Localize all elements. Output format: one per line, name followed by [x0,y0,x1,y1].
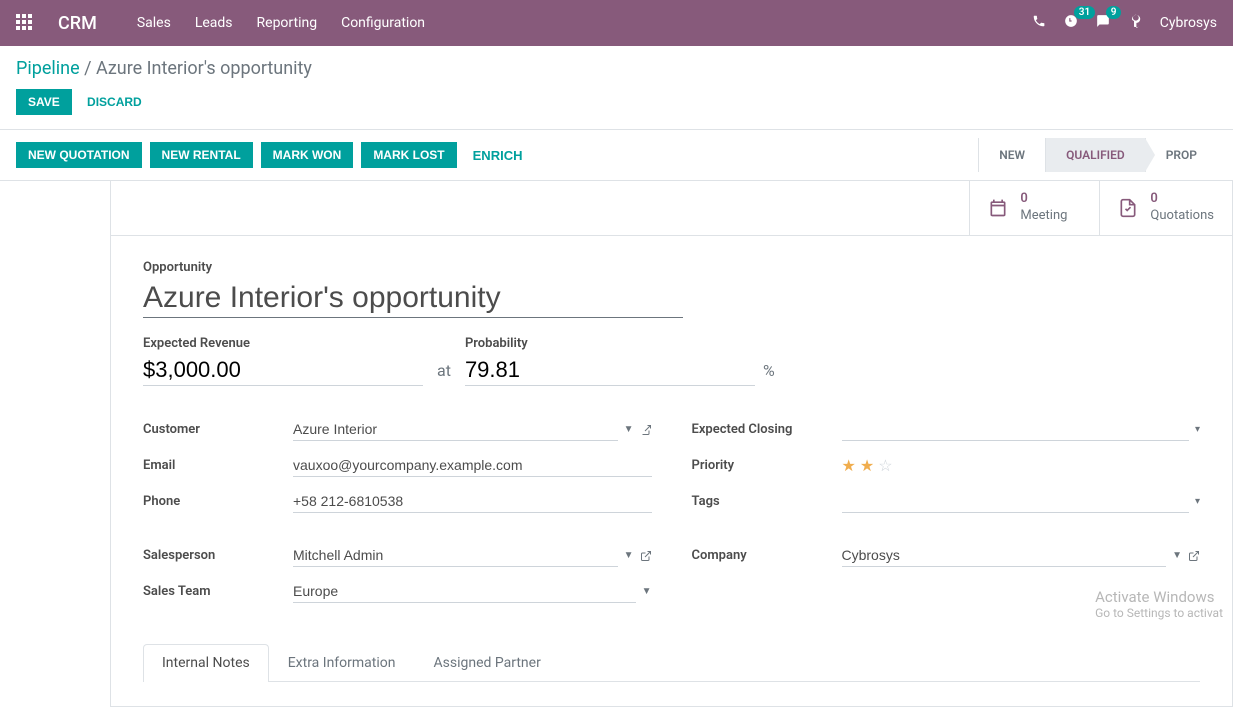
stat-buttons: 0 Meeting 0 Quotations [111,181,1232,236]
nav-sales[interactable]: Sales [137,15,171,31]
save-button[interactable]: SAVE [16,89,72,115]
external-link-icon[interactable] [1188,550,1200,562]
document-icon [1118,198,1138,218]
nav-leads[interactable]: Leads [195,15,233,31]
messages-badge: 9 [1106,6,1122,19]
percent-symbol: % [755,361,775,386]
phone-icon[interactable] [1032,14,1046,32]
chevron-right-icon [1145,138,1155,172]
meeting-stat-button[interactable]: 0 Meeting [969,181,1099,235]
messages-icon[interactable]: 9 [1096,14,1110,32]
quotations-stat-button[interactable]: 0 Quotations [1099,181,1232,235]
nav-configuration[interactable]: Configuration [341,15,425,31]
enrich-button[interactable]: ENRICH [465,142,531,169]
topbar: CRM Sales Leads Reporting Configuration … [0,0,1233,46]
stage-new[interactable]: NEW [978,138,1045,172]
chevron-down-icon[interactable]: ▾ [1195,496,1200,507]
expected-closing-label: Expected Closing [692,422,842,437]
meeting-label: Meeting [1020,208,1067,225]
username[interactable]: Cybrosys [1160,15,1217,31]
chevron-down-icon[interactable]: ▼ [624,424,634,435]
new-quotation-button[interactable]: NEW QUOTATION [16,142,142,168]
topbar-right: 31 9 Cybrosys [1032,14,1217,32]
activities-badge: 31 [1074,6,1095,19]
toolbar: NEW QUOTATION NEW RENTAL MARK WON MARK L… [0,129,1233,181]
at-text: at [423,361,465,386]
customer-label: Customer [143,422,293,437]
quotations-count: 0 [1150,191,1214,208]
breadcrumb-root[interactable]: Pipeline [16,58,80,79]
top-nav: Sales Leads Reporting Configuration [137,15,425,31]
mark-lost-button[interactable]: MARK LOST [361,142,456,168]
breadcrumb: Pipeline / Azure Interior's opportunity [16,58,1217,79]
quotations-label: Quotations [1150,208,1214,225]
chevron-down-icon[interactable]: ▼ [642,586,652,597]
company-label: Company [692,548,842,563]
star-icon[interactable]: ★ [842,456,856,475]
breadcrumb-current: Azure Interior's opportunity [96,58,312,79]
nav-reporting[interactable]: Reporting [257,15,318,31]
phone-label: Phone [143,494,293,509]
app-brand: CRM [58,13,97,34]
chevron-down-icon[interactable]: ▼ [1172,550,1182,561]
probability-input[interactable] [465,355,755,386]
salesteam-input[interactable] [293,580,636,603]
opportunity-label: Opportunity [143,260,1200,275]
chevron-down-icon[interactable]: ▾ [1195,424,1200,435]
expected-revenue-input[interactable] [143,355,423,386]
tabs: Internal Notes Extra Information Assigne… [143,644,1200,682]
expected-revenue-label: Expected Revenue [143,336,423,351]
stage-bar: NEW QUALIFIED PROP [978,138,1217,172]
tab-assigned-partner[interactable]: Assigned Partner [415,644,560,681]
probability-label: Probability [465,336,755,351]
external-link-icon[interactable] [640,550,652,562]
salesperson-label: Salesperson [143,548,293,563]
star-icon[interactable]: ★ [860,456,874,475]
actions-row: SAVE DISCARD [0,85,1233,129]
salesteam-label: Sales Team [143,584,293,599]
email-label: Email [143,458,293,473]
stage-qualified[interactable]: QUALIFIED [1045,138,1145,172]
mark-won-button[interactable]: MARK WON [261,142,354,168]
apps-icon[interactable] [16,14,34,32]
expected-closing-input[interactable] [842,418,1189,441]
tags-label: Tags [692,494,842,509]
star-icon[interactable]: ☆ [878,456,892,475]
salesperson-input[interactable] [293,544,618,567]
priority-stars[interactable]: ★ ★ ☆ [842,456,893,475]
company-input[interactable] [842,544,1167,567]
stage-proposition[interactable]: PROP [1145,138,1217,172]
breadcrumb-row: Pipeline / Azure Interior's opportunity [0,46,1233,85]
customer-input[interactable] [293,418,618,441]
email-input[interactable] [293,454,652,477]
tags-input[interactable] [842,490,1189,513]
tab-internal-notes[interactable]: Internal Notes [143,644,269,682]
external-link-icon[interactable] [640,424,652,436]
opportunity-title-input[interactable] [143,279,683,318]
discard-button[interactable]: DISCARD [83,89,146,115]
chevron-down-icon[interactable]: ▼ [624,550,634,561]
calendar-icon [988,198,1008,218]
priority-label: Priority [692,458,842,473]
new-rental-button[interactable]: NEW RENTAL [150,142,253,168]
activities-icon[interactable]: 31 [1064,14,1078,32]
meeting-count: 0 [1020,191,1067,208]
tools-icon[interactable] [1128,14,1142,32]
phone-input[interactable] [293,490,652,513]
tab-extra-info[interactable]: Extra Information [269,644,415,681]
